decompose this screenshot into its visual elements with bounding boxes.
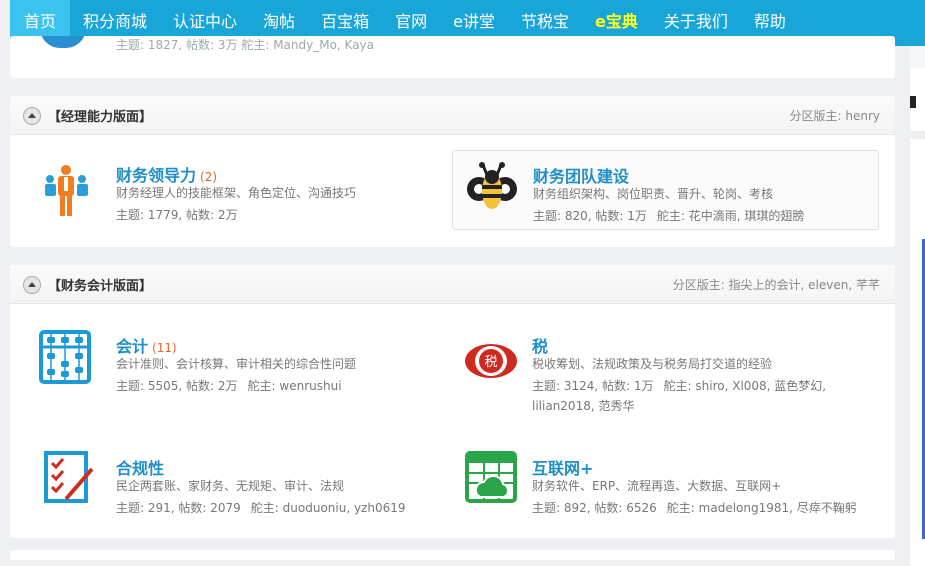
forum-card-partial: 主题: 1827, 帖数: 3万 舵主: Mandy_Mo, Kaya (10, 36, 895, 78)
forum-item-internet-plus[interactable]: 互联网+ 财务软件、ERP、流程再造、大数据、互联网+ 主题: 892, 帖数:… (452, 443, 879, 523)
forum-desc: 财务组织架构、岗位职责、晋升、轮岗、考核 (533, 187, 774, 201)
forum-item-team-building[interactable]: 财务团队建设 财务组织架构、岗位职责、晋升、轮岗、考核 主题: 820, 帖数:… (452, 150, 879, 230)
section-header: 【经理能力版面】 分区版主: henry (10, 96, 895, 135)
forum-name[interactable]: 财务领导力 (2) (116, 162, 217, 186)
section-title: 【经理能力版面】 (48, 110, 153, 125)
forum-stat: 主题: 820, 帖数: 1万 舵主: 花中滴雨, 琪琪的翅膀 (533, 209, 805, 223)
forum-item-leadership[interactable]: 财务领导力 (2) 财务经理人的技能框架、角色定位、沟通技巧 主题: 1779, … (20, 150, 447, 230)
collapse-toggle-icon[interactable] (23, 276, 41, 294)
section-moderators: 分区版主: 指尖上的会计, eleven, 芊芊 (672, 278, 880, 292)
section-financial-accounting: 【财务会计版面】 分区版主: 指尖上的会计, eleven, 芊芊 会计 (11)… (10, 265, 895, 538)
bee-icon (467, 162, 517, 209)
forum-name[interactable]: 合规性 (116, 455, 164, 479)
forum-item-accounting[interactable]: 会计 (11) 会计准则、会计核算、审计相关的综合性问题 主题: 5505, 帖数… (20, 321, 447, 401)
forum-icon-partial (40, 36, 86, 48)
widget-mark (910, 96, 916, 108)
tax-emblem-icon: 税 (465, 344, 517, 378)
forum-desc: 财务经理人的技能框架、角色定位、沟通技巧 (116, 186, 357, 200)
forum-desc: 会计准则、会计核算、审计相关的综合性问题 (116, 357, 357, 371)
right-sidebar-strip (910, 46, 925, 566)
forum-stat: 主题: 1779, 帖数: 2万 (116, 208, 238, 222)
forum-name[interactable]: 互联网+ (532, 455, 593, 479)
leadership-icon (45, 165, 88, 216)
forum-name[interactable]: 会计 (11) (116, 333, 177, 357)
collapse-toggle-icon[interactable] (23, 107, 41, 125)
checklist-icon (44, 451, 94, 503)
forum-stat-partial: 主题: 1827, 帖数: 3万 舵主: Mandy_Mo, Kaya (116, 38, 375, 52)
forum-stat: 主题: 3124, 帖数: 1万 舵主: shiro, Xl008, 蓝色梦幻, … (532, 379, 827, 413)
section-title: 【财务会计版面】 (48, 279, 153, 294)
section-moderators: 分区版主: henry (789, 109, 881, 123)
abacus-icon (39, 330, 91, 384)
forum-stat: 主题: 892, 帖数: 6526 舵主: madelong1981, 尽瘁不鞠躬 (532, 501, 857, 515)
forum-desc: 财务软件、ERP、流程再造、大数据、互联网+ (532, 479, 782, 493)
forum-desc: 税收筹划、法规政策及与税务局打交道的经验 (532, 357, 773, 371)
forum-stat: 主题: 291, 帖数: 2079 舵主: duoduoniu, yzh0619 (116, 501, 406, 515)
cloud-sheet-icon (465, 451, 517, 503)
forum-stat: 主题: 5505, 帖数: 2万 舵主: wenrushui (116, 379, 342, 393)
section-manager-ability: 【经理能力版面】 分区版主: henry 财务领导力 (2) 财务经理人的技能框架… (10, 96, 895, 247)
forum-name[interactable]: 税 (532, 333, 548, 357)
forum-item-compliance[interactable]: 合规性 民企两套账、家财务、无规矩、审计、法规 主题: 291, 帖数: 207… (20, 443, 447, 523)
section-header: 【财务会计版面】 分区版主: 指尖上的会计, eleven, 芊芊 (10, 265, 895, 304)
svg-text:税: 税 (484, 355, 497, 370)
sidebar-widget (910, 131, 925, 566)
forum-name[interactable]: 财务团队建设 (533, 163, 629, 187)
forum-desc: 民企两套账、家财务、无规矩、审计、法规 (116, 479, 345, 493)
section-partial-bottom (10, 550, 895, 560)
forum-item-tax[interactable]: 税 税 税收筹划、法规政策及与税务局打交道的经验 主题: 3124, 帖数: 1… (452, 321, 879, 413)
